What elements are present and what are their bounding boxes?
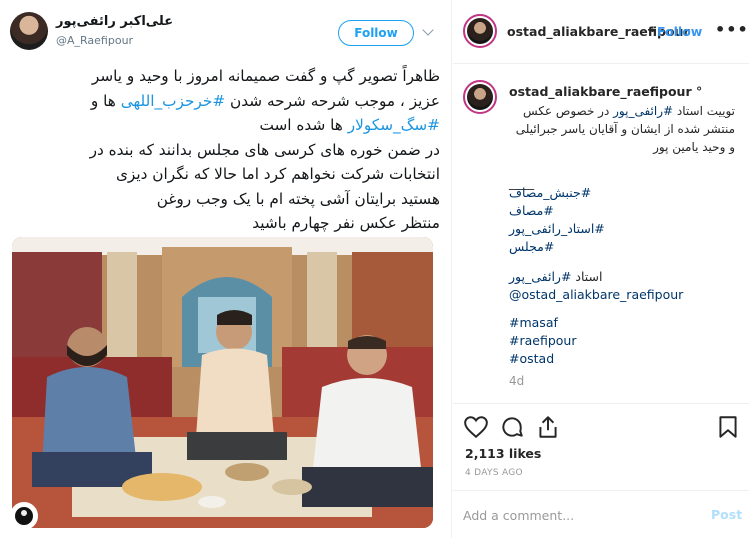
instagram-panel: ostad_aliakbare_raefipour • Follow ••• o… [453,0,749,538]
photo-three-men-seated [12,237,433,528]
caption-intro: توییت استاد #رائفی_پور در خصوص عکس منتشر… [515,104,735,154]
post-date: 4 DAYS AGO [465,468,523,478]
follow-button[interactable]: Follow [657,24,702,39]
hashtag: #سگ_سکولار [347,116,440,134]
hashtag-link[interactable]: #رائفی_پور [509,269,571,284]
hashtag-link[interactable]: #استاد_رائفی_پور [509,220,605,238]
hashtag-link[interactable]: #ostad [509,350,554,368]
tweet-avatar [10,12,48,50]
hashtag: #خرحزب_اللهی [120,91,226,110]
action-bar [453,403,749,447]
share-icon[interactable] [535,414,561,440]
tweet-author-handle: @A_Raefipour [56,34,134,47]
tweet-line: #سگ_سکولار ها شده است [259,116,440,134]
tweet-image: علی‌اکبر رائفی‌پور @A_Raefipour Follow ظ… [0,0,452,538]
caption-ostad-line: استاد #رائفی_پور [509,269,603,284]
caption-avatar[interactable] [463,80,497,114]
profile-avatar[interactable] [463,14,497,48]
comment-input[interactable] [463,505,693,525]
tweet-author-name: علی‌اکبر رائفی‌پور [56,14,174,29]
tweet-photo [12,237,433,528]
post-header: ostad_aliakbare_raefipour • Follow ••• [453,0,749,64]
tweet-line: هستید برایتان آشی پخته ام با یک وجب روغن [156,189,440,208]
heart-icon[interactable] [463,414,489,440]
header-separator: • [649,24,657,38]
hashtag-link[interactable]: #مجلس [509,238,554,256]
hashtag-link[interactable]: #raefipour [509,332,576,350]
verified-mark: ° [695,84,703,99]
comment-bar: Post [453,490,749,538]
tweet-header: علی‌اکبر رائفی‌پور @A_Raefipour Follow [10,12,442,56]
more-options-icon[interactable]: ••• [715,20,749,39]
small-avatar-overlay [10,502,38,530]
tweet-line: انتخابات شرکت نخواهم کرد اما حالا که نگر… [115,165,440,183]
tweet-line: منتظر عکس نفر چهارم باشید [252,214,440,232]
mention-link[interactable]: @ostad_aliakbare_raefipour [509,286,683,304]
tweet-text: ظاهراً تصویر گپ و گفت صمیمانه امروز با و… [12,64,440,234]
comment-icon[interactable] [499,414,525,440]
chevron-down-icon [422,24,434,36]
hashtag-link[interactable]: #مصاف [509,202,554,220]
tweet-line: در ضمن خوره های کرسی های مجلس بدانند که … [89,140,440,159]
tweet-line: ظاهراً تصویر گپ و گفت صمیمانه امروز با و… [91,67,440,85]
tweet-follow-button: Follow [338,20,414,46]
tweet-line: عزیز ، موجب شرحه شرحه شدن #خرحزب_اللهی ه… [90,91,440,110]
post-comment-button[interactable]: Post [711,507,742,522]
hashtag-link[interactable]: #جنبش_مصاف [509,184,591,202]
caption-time: 4d [509,374,525,388]
hashtag-link[interactable]: #رائفی_پور [613,104,673,118]
likes-count[interactable]: 2,113 likes [465,446,541,461]
bookmark-icon[interactable] [715,414,741,440]
caption-username[interactable]: ostad_aliakbare_raefipour ° [509,84,702,99]
caption: ostad_aliakbare_raefipour ° توییت استاد … [463,78,739,396]
hashtag-link[interactable]: #masaf [509,314,558,332]
